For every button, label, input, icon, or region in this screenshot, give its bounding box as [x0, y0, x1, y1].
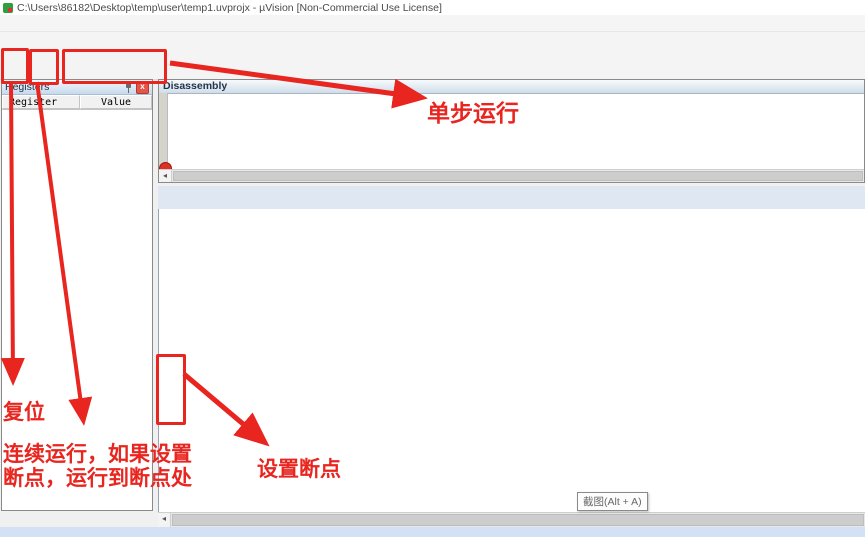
disassembly-window: Disassembly ◂: [158, 79, 865, 183]
editor-hscrollbar[interactable]: ◂: [158, 512, 865, 527]
scrollbar-thumb[interactable]: [173, 171, 863, 181]
uvision-logo-icon: [3, 3, 13, 13]
disassembly-hscrollbar[interactable]: ◂: [159, 169, 864, 182]
scrollbar-thumb[interactable]: [172, 514, 864, 526]
value-column-header: Value: [80, 95, 152, 109]
title-bar: C:\Users\86182\Desktop\temp\user\temp1.u…: [0, 0, 865, 15]
registers-panel-titlebar: Registers x: [2, 80, 152, 95]
debug-toolbar: [0, 52, 865, 80]
editor-tab-bar: [158, 186, 865, 210]
register-column-header: Register: [2, 95, 80, 109]
pin-icon[interactable]: [124, 82, 133, 93]
disassembly-title: Disassembly: [159, 80, 864, 94]
file-toolbar: [0, 31, 865, 53]
scroll-left-icon[interactable]: ◂: [158, 513, 171, 527]
registers-panel-title: Registers: [5, 81, 49, 93]
menu-bar: [0, 15, 865, 31]
window-title: C:\Users\86182\Desktop\temp\user\temp1.u…: [17, 2, 442, 14]
disassembly-content[interactable]: [159, 94, 864, 160]
code-area[interactable]: [158, 209, 865, 513]
editor-window: ◂: [158, 186, 865, 527]
scroll-left-icon[interactable]: ◂: [159, 170, 172, 182]
disassembly-margin[interactable]: [159, 93, 168, 170]
registers-grid-header: Register Value: [2, 95, 152, 110]
bottom-strip: [0, 527, 865, 537]
screenshot-tooltip: 截图(Alt + A): [577, 492, 648, 511]
registers-panel: Registers x Register Value: [1, 79, 153, 511]
close-icon[interactable]: x: [136, 81, 149, 94]
